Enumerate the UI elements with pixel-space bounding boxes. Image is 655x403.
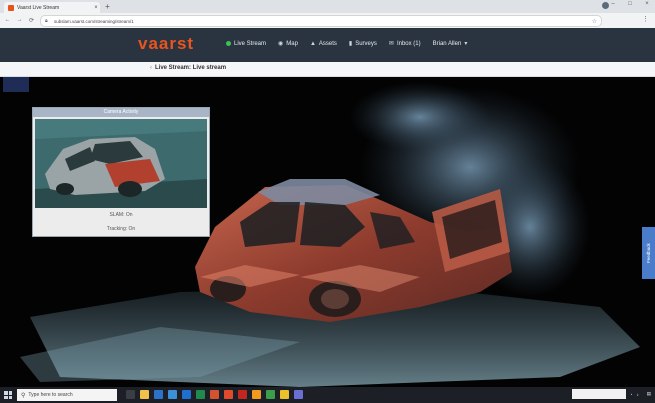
tracking-status: Tracking: On — [106, 226, 136, 232]
bookmark-star-icon[interactable]: ☆ — [592, 18, 597, 25]
app-icon-orange[interactable] — [252, 390, 261, 399]
notifications-icon[interactable]: ▤ — [647, 391, 651, 397]
reload-icon[interactable]: ⟳ — [27, 17, 36, 24]
volume-icon[interactable]: ♪ — [636, 392, 638, 397]
tab-title: Vaarst Live Stream — [17, 4, 60, 11]
user-name: Brian Allen — [432, 40, 462, 47]
chrome-icon[interactable] — [280, 390, 289, 399]
profile-avatar-icon[interactable] — [602, 2, 609, 9]
nav-assets[interactable]: ▲ Assets — [310, 40, 337, 47]
camera-feed — [35, 119, 207, 208]
maximize-button[interactable]: □ — [626, 1, 634, 7]
tab-close-icon[interactable]: × — [92, 5, 100, 11]
app-header: vaarst Live Stream ◉ Map ▲ Assets ▮ Surv… — [0, 28, 655, 62]
live-dot-icon — [226, 41, 231, 46]
point-cloud-viewer[interactable]: Camera Activity SLAM: On Tracking: On Fe… — [0, 77, 655, 387]
nav-user-menu[interactable]: Brian Allen ▾ — [432, 40, 468, 48]
back-icon[interactable]: ← — [3, 17, 12, 23]
forward-icon[interactable]: → — [15, 17, 24, 23]
tab-strip: Vaarst Live Stream × + – □ × — [0, 0, 655, 13]
nav-label: Surveys — [355, 40, 377, 47]
minimize-button[interactable]: – — [609, 1, 617, 7]
feedback-tab[interactable]: Feedback — [642, 227, 655, 279]
nav-surveys[interactable]: ▮ Surveys — [348, 40, 377, 48]
app-icon-red[interactable] — [224, 390, 233, 399]
map-icon: ◉ — [278, 41, 284, 47]
address-bar[interactable]: 🔒︎ subslam.vaarst.com/streaming/stream/1… — [40, 15, 602, 27]
browser-chrome: Vaarst Live Stream × + – □ × ← → ⟳ 🔒︎ su… — [0, 0, 655, 29]
nav-map[interactable]: ◉ Map — [278, 40, 298, 48]
browser-tab[interactable]: Vaarst Live Stream × — [4, 2, 100, 13]
word-icon[interactable] — [182, 390, 191, 399]
powerpoint-icon[interactable] — [210, 390, 219, 399]
window-controls: – □ × — [609, 1, 651, 7]
nav-label: Live Stream — [234, 40, 267, 47]
excel-icon[interactable] — [196, 390, 205, 399]
breadcrumb: ‹ Live Stream: Live stream — [150, 65, 226, 71]
close-window-button[interactable]: × — [643, 1, 651, 7]
camera-feed-image — [35, 119, 207, 208]
file-explorer-icon[interactable] — [140, 390, 149, 399]
taskbar-search[interactable]: ⚲ Type here to search — [17, 389, 117, 401]
tray-search-box[interactable] — [571, 389, 626, 399]
app-icon-green[interactable] — [266, 390, 275, 399]
system-tray: ◔ ♪ ▤ — [571, 389, 651, 399]
search-placeholder: Type here to search — [28, 392, 73, 398]
nav-live-stream[interactable]: Live Stream — [226, 40, 266, 47]
nav-label: Inbox (1) — [396, 40, 421, 47]
main-nav: Live Stream ◉ Map ▲ Assets ▮ Surveys ✉ I… — [226, 40, 467, 47]
sub-header: ‹ Live Stream: Live stream — [0, 62, 655, 77]
camera-activity-panel: Camera Activity SLAM: On Tracking: On — [32, 107, 210, 237]
nav-inbox[interactable]: ✉ Inbox (1) — [388, 40, 421, 48]
camera-panel-title: Camera Activity — [33, 108, 209, 117]
surveys-icon: ▮ — [348, 41, 353, 47]
nav-label: Assets — [318, 40, 337, 47]
nav-label: Map — [286, 40, 298, 47]
network-icon[interactable]: ◔ — [630, 392, 633, 397]
taskbar-apps — [126, 390, 303, 399]
new-tab-button[interactable]: + — [103, 2, 112, 11]
inbox-icon: ✉ — [388, 41, 394, 47]
edge-icon[interactable] — [154, 390, 163, 399]
slam-status: SLAM: On — [109, 212, 133, 218]
lock-icon: 🔒︎ — [45, 18, 48, 24]
feedback-label: Feedback — [646, 243, 651, 263]
assets-icon: ▲ — [309, 40, 316, 47]
favicon-icon — [8, 4, 14, 11]
task-view-icon[interactable] — [126, 390, 135, 399]
acrobat-icon[interactable] — [238, 390, 247, 399]
windows-taskbar: ⚲ Type here to search ◔ ♪ ▤ — [0, 387, 655, 403]
url-text: subslam.vaarst.com/streaming/stream/1 — [54, 18, 134, 24]
chevron-left-icon[interactable]: ‹ — [150, 65, 152, 71]
mail-icon[interactable] — [168, 390, 177, 399]
address-row: ← → ⟳ 🔒︎ subslam.vaarst.com/streaming/st… — [0, 13, 655, 27]
windows-start-icon[interactable] — [4, 391, 12, 399]
search-icon: ⚲ — [21, 392, 26, 399]
browser-menu-icon[interactable]: ⋮ — [642, 15, 649, 23]
vaarst-logo[interactable]: vaarst — [138, 34, 194, 54]
chevron-down-icon: ▾ — [464, 41, 468, 47]
teams-icon[interactable] — [294, 390, 303, 399]
breadcrumb-text: Live Stream: Live stream — [155, 65, 227, 71]
